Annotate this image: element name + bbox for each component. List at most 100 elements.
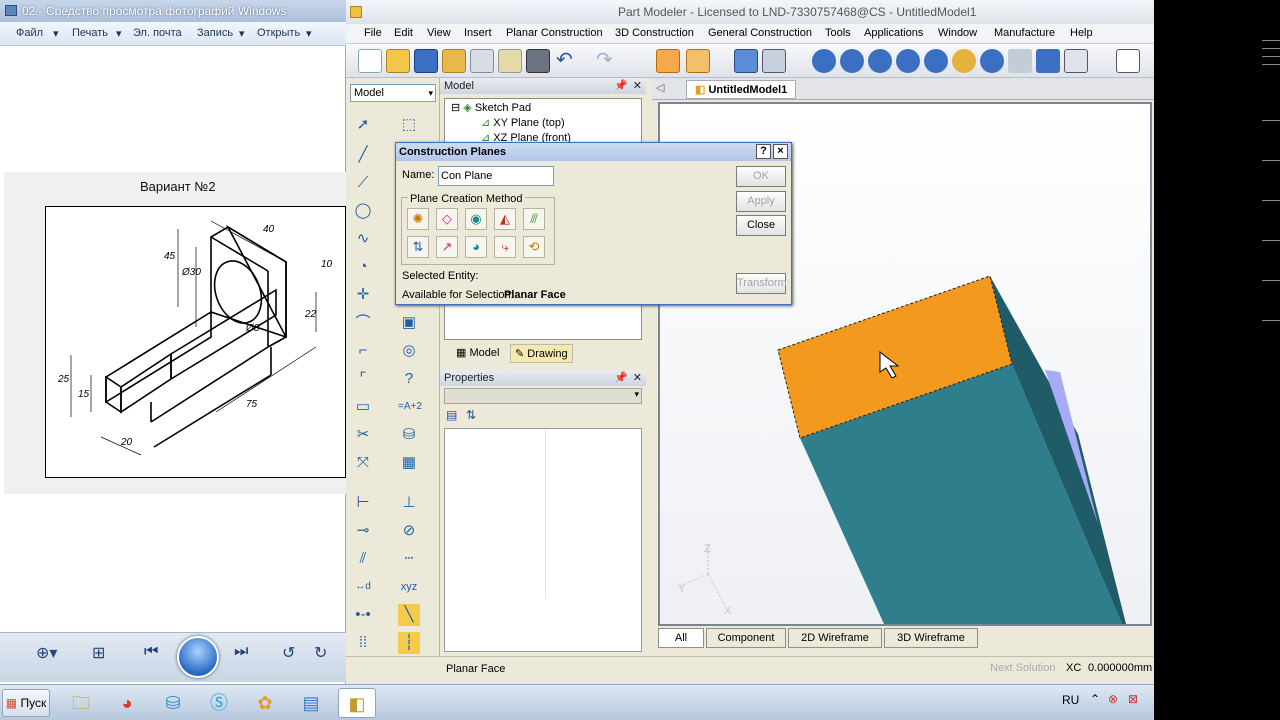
open-icon[interactable] (386, 49, 410, 73)
tab-3d-wireframe[interactable]: 3D Wireframe (884, 628, 978, 648)
chrome-icon[interactable]: ◕ (108, 688, 146, 718)
pocket-icon[interactable]: ▣ (398, 312, 420, 334)
select-arrow-icon[interactable]: ➚ (352, 114, 374, 136)
tab-untitledmodel1[interactable]: ◧ UntitledModel1 (686, 80, 797, 99)
rotate-view-icon[interactable] (952, 49, 976, 73)
flower-app-icon[interactable]: ✿ (246, 688, 284, 718)
dx-icon[interactable]: ↔d (352, 576, 374, 598)
skype-icon[interactable]: Ⓢ (200, 688, 238, 718)
perpendicular-icon[interactable]: ⊥ (398, 492, 420, 514)
tab-component[interactable]: Component (706, 628, 786, 648)
tray-app-icon[interactable]: ⊠ (1128, 692, 1138, 706)
previous-icon[interactable]: ⏮ (144, 643, 158, 661)
pin-icon[interactable]: 📌 (614, 78, 628, 94)
menu-file-en[interactable]: File (364, 27, 382, 39)
dashed-line-icon[interactable]: ┄ (398, 548, 420, 570)
tray-arrow-icon[interactable]: ⌃ (1090, 692, 1100, 706)
menu-print[interactable]: Печать (72, 27, 108, 39)
view-direction-icon[interactable] (1036, 49, 1060, 73)
grid-icon[interactable]: ⁞⁞ (352, 632, 374, 654)
menu-file[interactable]: Файл (16, 27, 43, 39)
plane-sphere-icon[interactable]: ◉ (465, 208, 487, 230)
arc-icon[interactable]: ◔ (352, 256, 374, 278)
help-button[interactable]: ? (756, 144, 771, 159)
rotate-left-icon[interactable]: ↺ (282, 643, 295, 663)
plane-axis-icon[interactable]: ↗ (436, 236, 458, 258)
menu-3d-construction[interactable]: 3D Construction (615, 27, 694, 39)
tab-drawing[interactable]: ✎ Drawing (510, 344, 573, 363)
rectangle-icon[interactable]: ▭ (352, 396, 374, 418)
name-field[interactable] (438, 166, 554, 186)
part-properties-icon[interactable] (734, 49, 758, 73)
plane-offset-icon[interactable]: ◇ (436, 208, 458, 230)
corner-icon[interactable]: ⌜ (352, 368, 374, 390)
menu-window[interactable]: Window (938, 27, 977, 39)
chamfer-icon[interactable]: ⌐ (352, 340, 374, 362)
highlight-icon[interactable]: ╲ (398, 604, 420, 626)
paste-icon[interactable] (498, 49, 522, 73)
menu-view[interactable]: View (427, 27, 451, 39)
boolean-icon[interactable]: ◎ (398, 340, 420, 362)
plane-angle-icon[interactable]: ◭ (494, 208, 516, 230)
tree-item-sketch-pad[interactable]: ⊟ ◈ Sketch Pad (451, 101, 531, 114)
ok-button[interactable]: OK (736, 166, 786, 187)
zoom-window-icon[interactable] (924, 49, 948, 73)
midpoint-icon[interactable]: ⊸ (352, 520, 374, 542)
plane-parallel-icon[interactable]: ⫻ (523, 208, 545, 230)
circle-icon[interactable]: ◯ (352, 200, 374, 222)
menu-help[interactable]: Help (1070, 27, 1093, 39)
menu-applications[interactable]: Applications (864, 27, 923, 39)
snap-icon[interactable] (1064, 49, 1088, 73)
dialog-close-icon[interactable]: × (773, 144, 788, 159)
next-icon[interactable]: ⏭ (234, 643, 248, 661)
select-box-icon[interactable]: ⬚ (398, 114, 420, 136)
menu-insert[interactable]: Insert (464, 27, 492, 39)
plane-normal-icon[interactable]: ⇅ (407, 236, 429, 258)
plane-three-points-icon[interactable]: ✺ (407, 208, 429, 230)
properties-dropdown[interactable]: ▾ (444, 388, 642, 404)
orient-icon[interactable] (1008, 49, 1032, 73)
copy-icon[interactable] (470, 49, 494, 73)
undo-icon[interactable]: ↶ (556, 49, 580, 73)
zoom-fit-icon[interactable] (980, 49, 1004, 73)
sort-icon[interactable]: ⇅ (466, 408, 476, 422)
rotate-right-icon[interactable]: ↻ (314, 643, 327, 663)
vertical-dim-icon[interactable]: ┆ (398, 632, 420, 654)
fit-window-icon[interactable]: ⊞ (92, 643, 105, 663)
parallel-icon[interactable]: ⫽ (352, 548, 374, 570)
tab-2d-wireframe[interactable]: 2D Wireframe (788, 628, 882, 648)
save-all-icon[interactable] (442, 49, 466, 73)
transform-button[interactable]: Transform (736, 273, 787, 294)
plane-tangent-icon[interactable]: ◕ (465, 236, 487, 258)
import-icon[interactable] (686, 49, 710, 73)
polyline-icon[interactable]: ⟋ (352, 172, 374, 194)
select-entity-icon[interactable] (812, 49, 836, 73)
menu-manufacture[interactable]: Manufacture (994, 27, 1055, 39)
zoom-in-icon[interactable] (868, 49, 892, 73)
tree-collapse-icon[interactable]: ⊟ (451, 102, 460, 114)
panel-close-icon[interactable]: ✕ (633, 78, 642, 94)
palette-select[interactable]: Model ▾ (350, 84, 436, 102)
start-button[interactable]: ▦ Пуск (2, 689, 50, 717)
menu-burn[interactable]: Запись (197, 27, 233, 39)
pan-icon[interactable] (840, 49, 864, 73)
tree-item-xy-plane[interactable]: ⊿ XY Plane (top) (481, 116, 565, 129)
menu-email[interactable]: Эл. почта (133, 27, 182, 39)
zoom-icon[interactable]: ⊕▾ (36, 643, 57, 663)
table-icon[interactable] (762, 49, 786, 73)
line-icon[interactable]: ╱ (352, 144, 374, 166)
save-icon[interactable] (414, 49, 438, 73)
xyz-icon[interactable]: xyz (398, 576, 420, 598)
tray-network-icon[interactable]: ⊗ (1108, 692, 1118, 706)
explorer-icon[interactable]: 🗀 (62, 688, 100, 718)
node-icon[interactable]: •-• (352, 604, 374, 626)
tab-model[interactable]: ▦ Model (456, 346, 499, 359)
tangent-icon[interactable]: ⊘ (398, 520, 420, 542)
redo-icon[interactable]: ↷ (596, 49, 620, 73)
paint-icon[interactable]: ⛁ (398, 424, 420, 446)
next-solution-button[interactable]: Next Solution (990, 662, 1055, 674)
menu-edit[interactable]: Edit (394, 27, 413, 39)
panel-close-icon[interactable]: ✕ (633, 370, 642, 386)
query-icon[interactable]: ? (398, 368, 420, 390)
menu-planar-construction[interactable]: Planar Construction (506, 27, 603, 39)
